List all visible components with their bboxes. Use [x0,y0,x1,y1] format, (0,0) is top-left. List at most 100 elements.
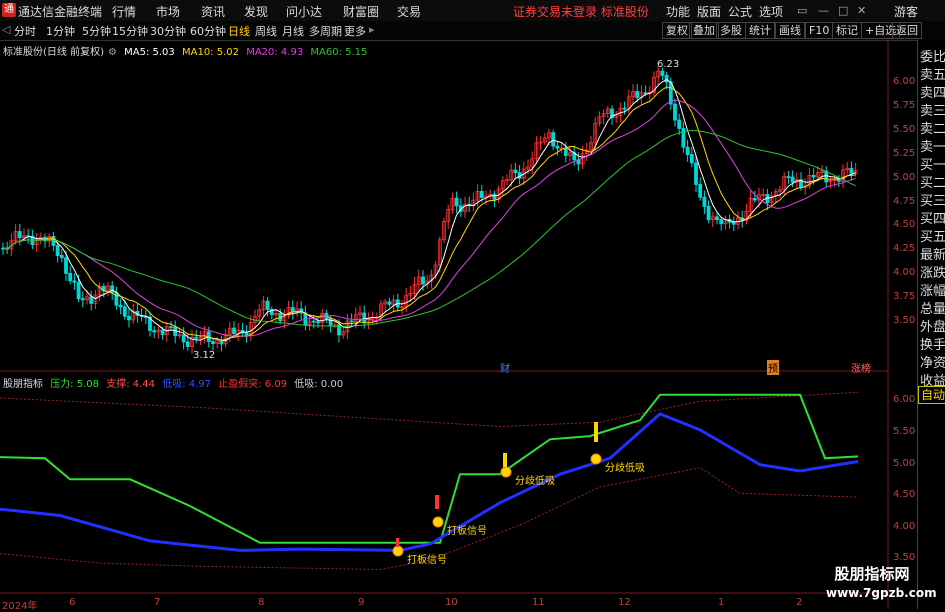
sidebar-item[interactable]: 卖三 [920,100,945,119]
candle-body [849,167,854,174]
sidebar-item[interactable]: 买一 [920,154,945,173]
sidebar-item[interactable]: 买二 [920,172,945,191]
y-tick: 4.75 [893,196,916,207]
tab-collapse-icon[interactable]: ◁ [2,23,10,36]
menu-news[interactable]: 资讯 [201,3,225,20]
sidebar-item[interactable]: 涨幅 [920,280,945,299]
hide-icon[interactable]: ▭ [797,4,807,17]
back-button[interactable]: 返回 [892,22,922,39]
menu-trade[interactable]: 交易 [397,3,421,20]
sidebar-item[interactable]: 买四 [920,208,945,227]
tab-more[interactable]: 更多 [344,23,366,39]
auto-button[interactable]: 自动 [918,386,945,404]
sidebar-item[interactable]: 委比 [920,46,945,65]
y-tick: 4.50 [893,489,916,500]
high-price-label: 6.23 [657,59,680,70]
candle-body [265,300,270,310]
menu-options[interactable]: 选项 [759,3,783,20]
guest-login[interactable]: 游客 [894,3,918,20]
sidebar-item[interactable]: 外盘 [920,316,945,335]
maximize-icon[interactable]: □ [838,4,848,17]
x-tick: 2 [796,597,803,608]
menu-ask[interactable]: 问小达 [286,3,322,20]
menu-discover[interactable]: 发现 [244,3,268,20]
watermark: 股朋指标网 www.7gpzb.com [826,564,937,608]
candle-body [211,341,215,344]
x-tick: 10 [445,597,458,608]
sidebar-item[interactable]: 涨跌 [920,262,945,281]
sidebar-item[interactable]: 总量 [920,298,945,317]
candle-body [169,326,173,329]
finance-marker[interactable]: 财 [500,360,510,375]
login-status[interactable]: 证券交易未登录 标准股份 [513,3,649,20]
tab-1min[interactable]: 1分钟 [46,23,75,39]
y-tick: 4.00 [893,521,916,532]
candle-body [362,312,367,323]
limit-up-marker[interactable]: 涨榜 [851,360,871,375]
y-tick: 3.50 [893,552,916,563]
tab-15min[interactable]: 15分钟 [112,23,148,39]
stock-title[interactable]: 标准股份(日线 前复权) [3,47,104,58]
tab-weekly[interactable]: 周线 [255,23,277,39]
adjust-button[interactable]: 复权 [662,22,692,39]
candle-body [64,257,68,274]
sidebar-item[interactable]: 买三 [920,190,945,209]
tab-5min[interactable]: 5分钟 [82,23,111,39]
y-tick: 5.25 [893,148,916,159]
signal-dot [392,545,404,557]
sidebar-item[interactable]: 最新 [920,244,945,263]
chevron-right-icon[interactable]: ▸ [369,23,375,36]
close-icon[interactable]: ✕ [857,4,866,17]
candle-body [719,219,724,225]
candle-body [76,281,81,300]
app-logo-icon: 通 [2,3,16,17]
draw-line-button[interactable]: 画线 [775,22,805,39]
sidebar-item[interactable]: 卖五 [920,64,945,83]
sidebar-item[interactable]: 净资 [920,352,945,371]
ma20-value: MA20: 4.93 [246,47,304,58]
overlay-button[interactable]: 叠加 [689,22,719,39]
ma60-line [2,129,856,327]
candle-body [685,146,690,155]
tab-monthly[interactable]: 月线 [282,23,304,39]
sidebar-item[interactable]: 卖二 [920,118,945,137]
signal-bar [594,422,598,442]
settings-icon[interactable]: ⚙ [108,47,117,58]
statistics-button[interactable]: 统计 [745,22,775,39]
mark-button[interactable]: 标记 [832,22,862,39]
f10-button[interactable]: F10 [805,22,834,39]
ma5-value: MA5: 5.03 [124,47,175,58]
signal-dot [500,466,512,478]
menu-formula[interactable]: 公式 [728,3,752,20]
menu-layout[interactable]: 版面 [697,3,721,20]
low-buy-value: 低吸: 4.97 [162,379,212,390]
support-value: 支撑: 4.44 [106,379,156,390]
sidebar-item[interactable]: 换手 [920,334,945,353]
quote-sidebar: 委比 卖五 卖四 卖三 卖二 卖一 买一 买二 买三 买四 买五 最新 涨跌 涨… [917,40,945,609]
candle-body [790,176,795,183]
menu-function[interactable]: 功能 [666,3,690,20]
menu-wealth[interactable]: 财富圈 [343,3,379,20]
tab-intraday[interactable]: 分时 [14,23,36,39]
candle-body [479,191,484,198]
minimize-icon[interactable]: — [818,4,829,17]
y-tick: 5.00 [893,172,916,183]
x-tick: 6 [69,597,76,608]
signal-label: 打板信号 [407,555,447,566]
menu-quotes[interactable]: 行情 [112,3,136,20]
x-tick: 8 [258,597,265,608]
sidebar-item[interactable]: 卖一 [920,136,945,155]
watermark-url: www.7gpzb.com [826,586,937,600]
tab-60min[interactable]: 60分钟 [190,23,226,39]
sidebar-item[interactable]: 卖四 [920,82,945,101]
x-tick: 7 [154,597,161,608]
tab-daily[interactable]: 日线 [228,23,250,39]
candle-body [181,334,186,343]
sidebar-item[interactable]: 买五 [920,226,945,245]
indicator-name[interactable]: 股朋指标 [3,379,43,390]
tab-30min[interactable]: 30分钟 [150,23,186,39]
tab-multi-period[interactable]: 多周期 [309,23,342,39]
forecast-marker[interactable]: 预 [767,360,779,375]
multi-stock-button[interactable]: 多股 [716,22,746,39]
menu-market[interactable]: 市场 [156,3,180,20]
